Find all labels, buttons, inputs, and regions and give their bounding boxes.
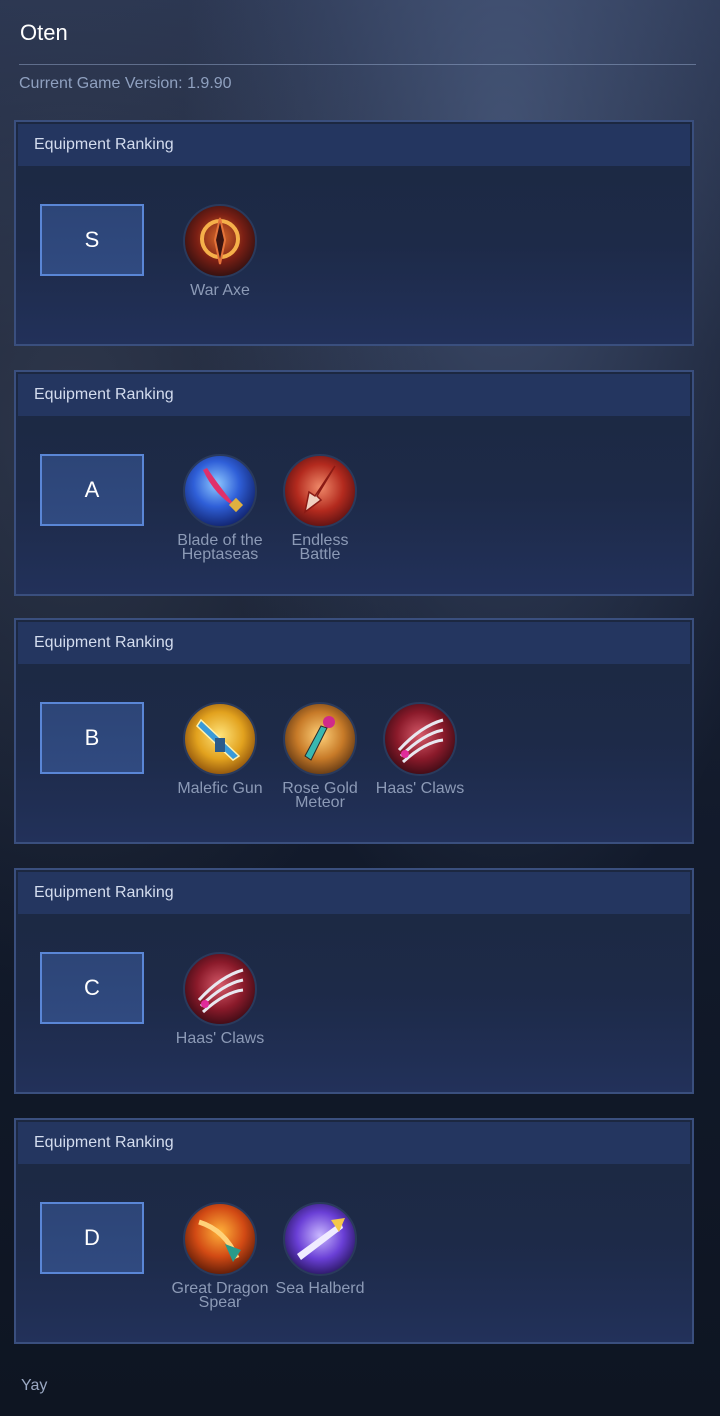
game-version: Current Game Version: 1.9.90: [19, 75, 232, 92]
item-label: Great Dragon Spear: [171, 1280, 269, 1311]
ranking-panel-s: Equipment Ranking S War Axe: [14, 120, 694, 346]
blade-of-the-heptaseas-icon: [183, 454, 257, 528]
panel-heading: Equipment Ranking: [34, 386, 174, 403]
page: Oten Current Game Version: 1.9.90 Equipm…: [0, 0, 720, 1416]
panel-header: Equipment Ranking: [18, 124, 690, 166]
item-label: War Axe: [190, 282, 250, 299]
item-label: Haas' Claws: [375, 780, 465, 797]
item-label: Rose Gold Meteor: [282, 780, 358, 811]
tier-badge-b: B: [40, 702, 144, 774]
sea-halberd-icon: [283, 1202, 357, 1276]
tier-badge-s: S: [40, 204, 144, 276]
item-war-axe[interactable]: War Axe: [170, 204, 270, 299]
panel-header: Equipment Ranking: [18, 1122, 690, 1164]
item-label: Malefic Gun: [177, 780, 263, 797]
haas-claws-icon: [383, 702, 457, 776]
ranking-panel-d: Equipment Ranking D Great Dragon Spear S…: [14, 1118, 694, 1344]
item-haas-claws[interactable]: Haas' Claws: [170, 952, 270, 1047]
tier-badge-d: D: [40, 1202, 144, 1274]
page-title: Oten: [20, 20, 68, 45]
ranking-panel-b: Equipment Ranking B Malefic Gun Rose Gol…: [14, 618, 694, 844]
panel-heading: Equipment Ranking: [34, 136, 174, 153]
item-endless-battle[interactable]: Endless Battle: [270, 454, 370, 563]
item-haas-claws[interactable]: Haas' Claws: [370, 702, 470, 797]
rose-gold-meteor-icon: [283, 702, 357, 776]
item-blade-of-the-heptaseas[interactable]: Blade of the Heptaseas: [170, 454, 270, 563]
footer-text: Yay: [21, 1377, 48, 1394]
panel-header: Equipment Ranking: [18, 872, 690, 914]
item-malefic-gun[interactable]: Malefic Gun: [170, 702, 270, 797]
haas-claws-icon: [183, 952, 257, 1026]
title-divider: [19, 64, 696, 65]
item-label: Sea Halberd: [275, 1280, 365, 1297]
panel-header: Equipment Ranking: [18, 622, 690, 664]
war-axe-icon: [183, 204, 257, 278]
endless-battle-icon: [283, 454, 357, 528]
ranking-panel-c: Equipment Ranking C Haas' Claws: [14, 868, 694, 1094]
malefic-gun-icon: [183, 702, 257, 776]
item-label: Haas' Claws: [175, 1030, 265, 1047]
item-great-dragon-spear[interactable]: Great Dragon Spear: [170, 1202, 270, 1311]
item-label: Blade of the Heptaseas: [177, 532, 263, 563]
tier-badge-c: C: [40, 952, 144, 1024]
great-dragon-spear-icon: [183, 1202, 257, 1276]
panel-heading: Equipment Ranking: [34, 884, 174, 901]
ranking-panel-a: Equipment Ranking A Blade of the Heptase…: [14, 370, 694, 596]
item-rose-gold-meteor[interactable]: Rose Gold Meteor: [270, 702, 370, 811]
panel-header: Equipment Ranking: [18, 374, 690, 416]
tier-badge-a: A: [40, 454, 144, 526]
panel-heading: Equipment Ranking: [34, 634, 174, 651]
item-sea-halberd[interactable]: Sea Halberd: [270, 1202, 370, 1297]
panel-heading: Equipment Ranking: [34, 1134, 174, 1151]
item-label: Endless Battle: [291, 532, 349, 563]
